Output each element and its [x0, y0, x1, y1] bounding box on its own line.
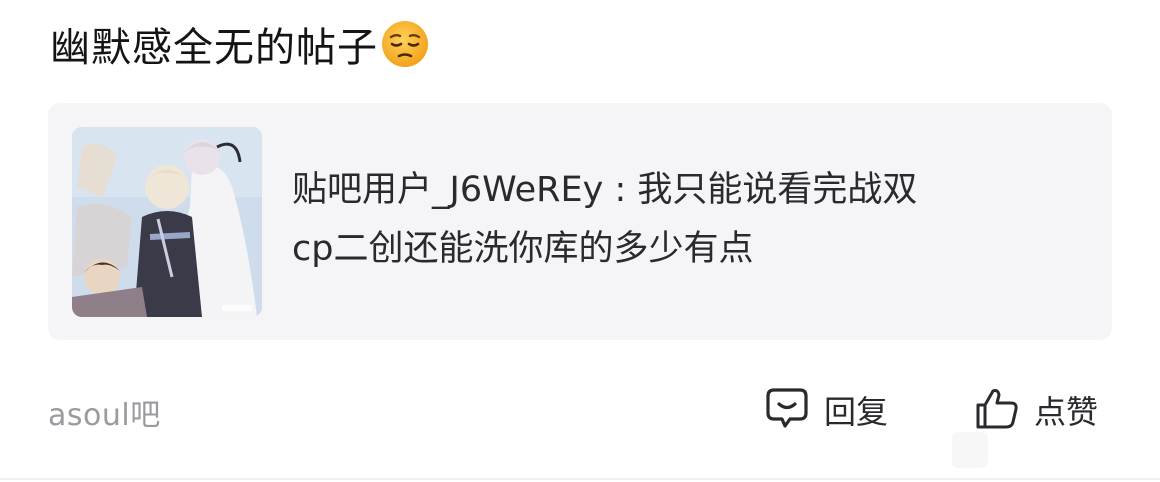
quote-text: 贴吧用户_J6WeREy : 我只能说看完战双 cp二创还能洗你库的多少有点 [292, 161, 1052, 279]
reply-bubble-icon [764, 385, 810, 435]
thumbs-up-icon [974, 385, 1020, 435]
anime-illustration-image [72, 127, 262, 317]
quote-thumbnail[interactable] [72, 127, 262, 317]
quote-text-line-1: 贴吧用户_J6WeREy : 我只能说看完战双 [292, 170, 918, 210]
post-title: 幽默感全无的帖子 [50, 25, 378, 71]
forum-name-link[interactable]: asoul吧 [48, 390, 161, 434]
post-title-row[interactable]: 幽默感全无的帖子 [50, 14, 430, 74]
reply-button[interactable]: 回复 [764, 386, 888, 434]
like-button[interactable]: 点赞 [974, 386, 1098, 434]
post-footer: asoul吧 回复 点赞 [0, 380, 1160, 440]
pensive-face-emoji-icon [380, 19, 430, 69]
image-placeholder-icon [952, 432, 988, 468]
bottom-divider [0, 478, 1160, 480]
reply-label: 回复 [824, 393, 889, 431]
quote-text-line-2: cp二创还能洗你库的多少有点 [292, 229, 754, 269]
like-label: 点赞 [1034, 393, 1099, 431]
quoted-comment-card[interactable]: 贴吧用户_J6WeREy : 我只能说看完战双 cp二创还能洗你库的多少有点 [48, 103, 1112, 340]
